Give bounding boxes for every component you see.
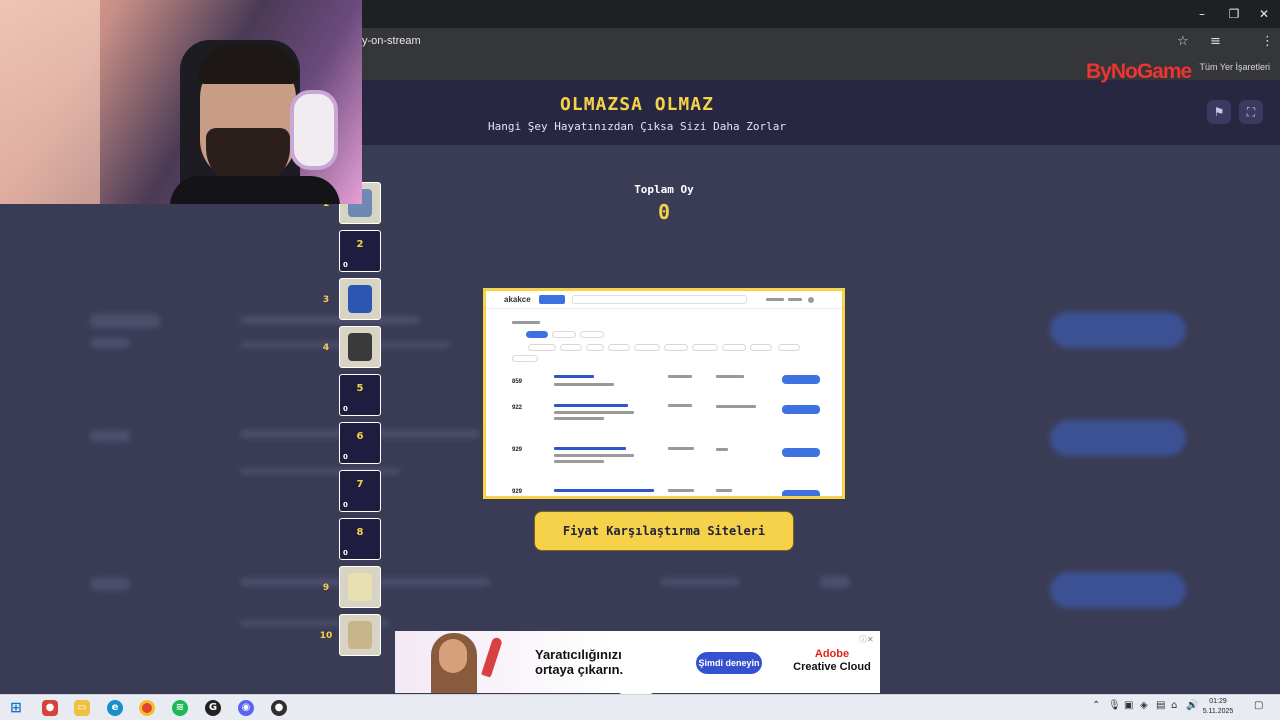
rank-number: 5 xyxy=(356,383,364,394)
rank-number: 7 xyxy=(356,479,364,490)
rank-item-thumbnail xyxy=(348,333,372,361)
headphones-icon xyxy=(290,90,338,170)
tray-chevron-icon[interactable]: ⌃ xyxy=(1092,700,1100,711)
close-button[interactable]: ✕ xyxy=(1249,4,1279,24)
app-red-icon[interactable]: ● xyxy=(42,700,58,716)
bynogame-logo: ByNoGame xyxy=(1086,60,1192,83)
rank-number: 6 xyxy=(356,431,364,442)
webcam-overlay xyxy=(0,0,362,204)
rank-slot[interactable] xyxy=(339,566,381,608)
rank-slot[interactable]: 70 xyxy=(339,470,381,512)
all-bookmarks-link[interactable]: Tüm Yer İşaretleri xyxy=(1199,62,1270,72)
card-price-1: 859 xyxy=(512,379,523,385)
ad-headline: Yaratıcılığınızı ortaya çıkarın. xyxy=(535,647,624,677)
notifications-icon[interactable]: ▢ xyxy=(1254,700,1263,711)
rank-item-thumbnail xyxy=(348,573,372,601)
card-site-logo: akakce xyxy=(504,295,531,304)
url-text[interactable]: y-on-stream xyxy=(362,35,421,47)
discord-icon[interactable]: ◉ xyxy=(238,700,254,716)
rank-slot[interactable] xyxy=(339,326,381,368)
total-votes-value: 0 xyxy=(657,200,671,224)
rank-slot[interactable]: 60 xyxy=(339,422,381,464)
card-price-2: 922 xyxy=(512,405,523,411)
microphone-icon[interactable]: 🎙 xyxy=(1108,700,1121,711)
rank-number: 8 xyxy=(356,527,364,538)
obs-icon[interactable]: ● xyxy=(271,700,287,716)
tray-app-icon[interactable]: ▣ xyxy=(1124,700,1133,711)
ad-brand-product: Creative Cloud xyxy=(793,661,871,673)
edge-icon[interactable]: e xyxy=(107,700,123,716)
taskbar-clock[interactable]: 01:29 5.11.2025 xyxy=(1198,697,1238,717)
windows-taskbar: ⊞ ● ▭ e ≋ G ◉ ● ⌃ 🎙 ▣ ◈ ▤ ⌂ 🔊 01:29 5.11… xyxy=(0,694,1280,720)
card-price-4: 929 xyxy=(512,489,523,495)
rank-number: 9 xyxy=(322,583,330,593)
restore-button[interactable]: ❐ xyxy=(1219,4,1249,24)
more-menu-icon[interactable]: ⋮ xyxy=(1261,34,1274,49)
rank-vote-count: 0 xyxy=(343,501,348,509)
spotify-icon[interactable]: ≋ xyxy=(172,700,188,716)
rank-slot[interactable]: 50 xyxy=(339,374,381,416)
card-caption: Fiyat Karşılaştırma Siteleri xyxy=(534,511,794,551)
rank-item-thumbnail xyxy=(348,621,372,649)
volume-icon[interactable]: 🔊 xyxy=(1186,700,1198,711)
ad-brand: Adobe xyxy=(814,648,850,660)
rank-slot[interactable] xyxy=(339,614,381,656)
tray-app3-icon[interactable]: ▤ xyxy=(1156,700,1165,711)
rank-item-thumbnail xyxy=(348,285,372,313)
rank-slot[interactable] xyxy=(339,278,381,320)
screen: – ❐ ✕ y-on-stream ☆ ≡ A ⋮ Tüm Yer İşaret… xyxy=(0,0,1280,720)
rank-slot[interactable]: 80 xyxy=(339,518,381,560)
ad-cta-button[interactable]: Şimdi deneyin xyxy=(696,652,762,674)
file-explorer-icon[interactable]: ▭ xyxy=(74,700,90,716)
rank-vote-count: 0 xyxy=(343,453,348,461)
item-card[interactable]: akakce 859 922 929 929 xyxy=(483,288,845,499)
fullscreen-button[interactable]: ⛶ xyxy=(1239,100,1263,124)
rank-vote-count: 0 xyxy=(343,405,348,413)
windows-start-icon[interactable]: ⊞ xyxy=(8,700,24,716)
network-icon[interactable]: ⌂ xyxy=(1171,700,1177,711)
rank-vote-count: 0 xyxy=(343,549,348,557)
rank-number: 10 xyxy=(319,631,333,641)
ad-banner[interactable]: Yaratıcılığınızı ortaya çıkarın. Şimdi d… xyxy=(395,631,880,693)
star-icon[interactable]: ☆ xyxy=(1177,34,1189,49)
rank-vote-count: 0 xyxy=(343,261,348,269)
rank-number: 4 xyxy=(322,343,330,353)
chrome-icon[interactable] xyxy=(139,700,155,716)
rank-number: 2 xyxy=(356,239,364,250)
minimize-button[interactable]: – xyxy=(1187,4,1217,24)
card-price-3: 929 xyxy=(512,447,523,453)
rank-slot[interactable]: 20 xyxy=(339,230,381,272)
app-g-icon[interactable]: G xyxy=(205,700,221,716)
ad-close-icon[interactable]: ⓘ✕ xyxy=(859,634,875,644)
playlist-icon[interactable]: ≡ xyxy=(1210,34,1221,49)
total-votes-label: Toplam Oy xyxy=(634,183,694,196)
tray-app2-icon[interactable]: ◈ xyxy=(1140,700,1148,711)
rank-number: 3 xyxy=(322,295,330,305)
card-image-price-site: akakce 859 922 929 929 xyxy=(486,291,842,496)
rocket-icon xyxy=(481,636,503,678)
flag-button[interactable]: ⚑ xyxy=(1207,100,1231,124)
